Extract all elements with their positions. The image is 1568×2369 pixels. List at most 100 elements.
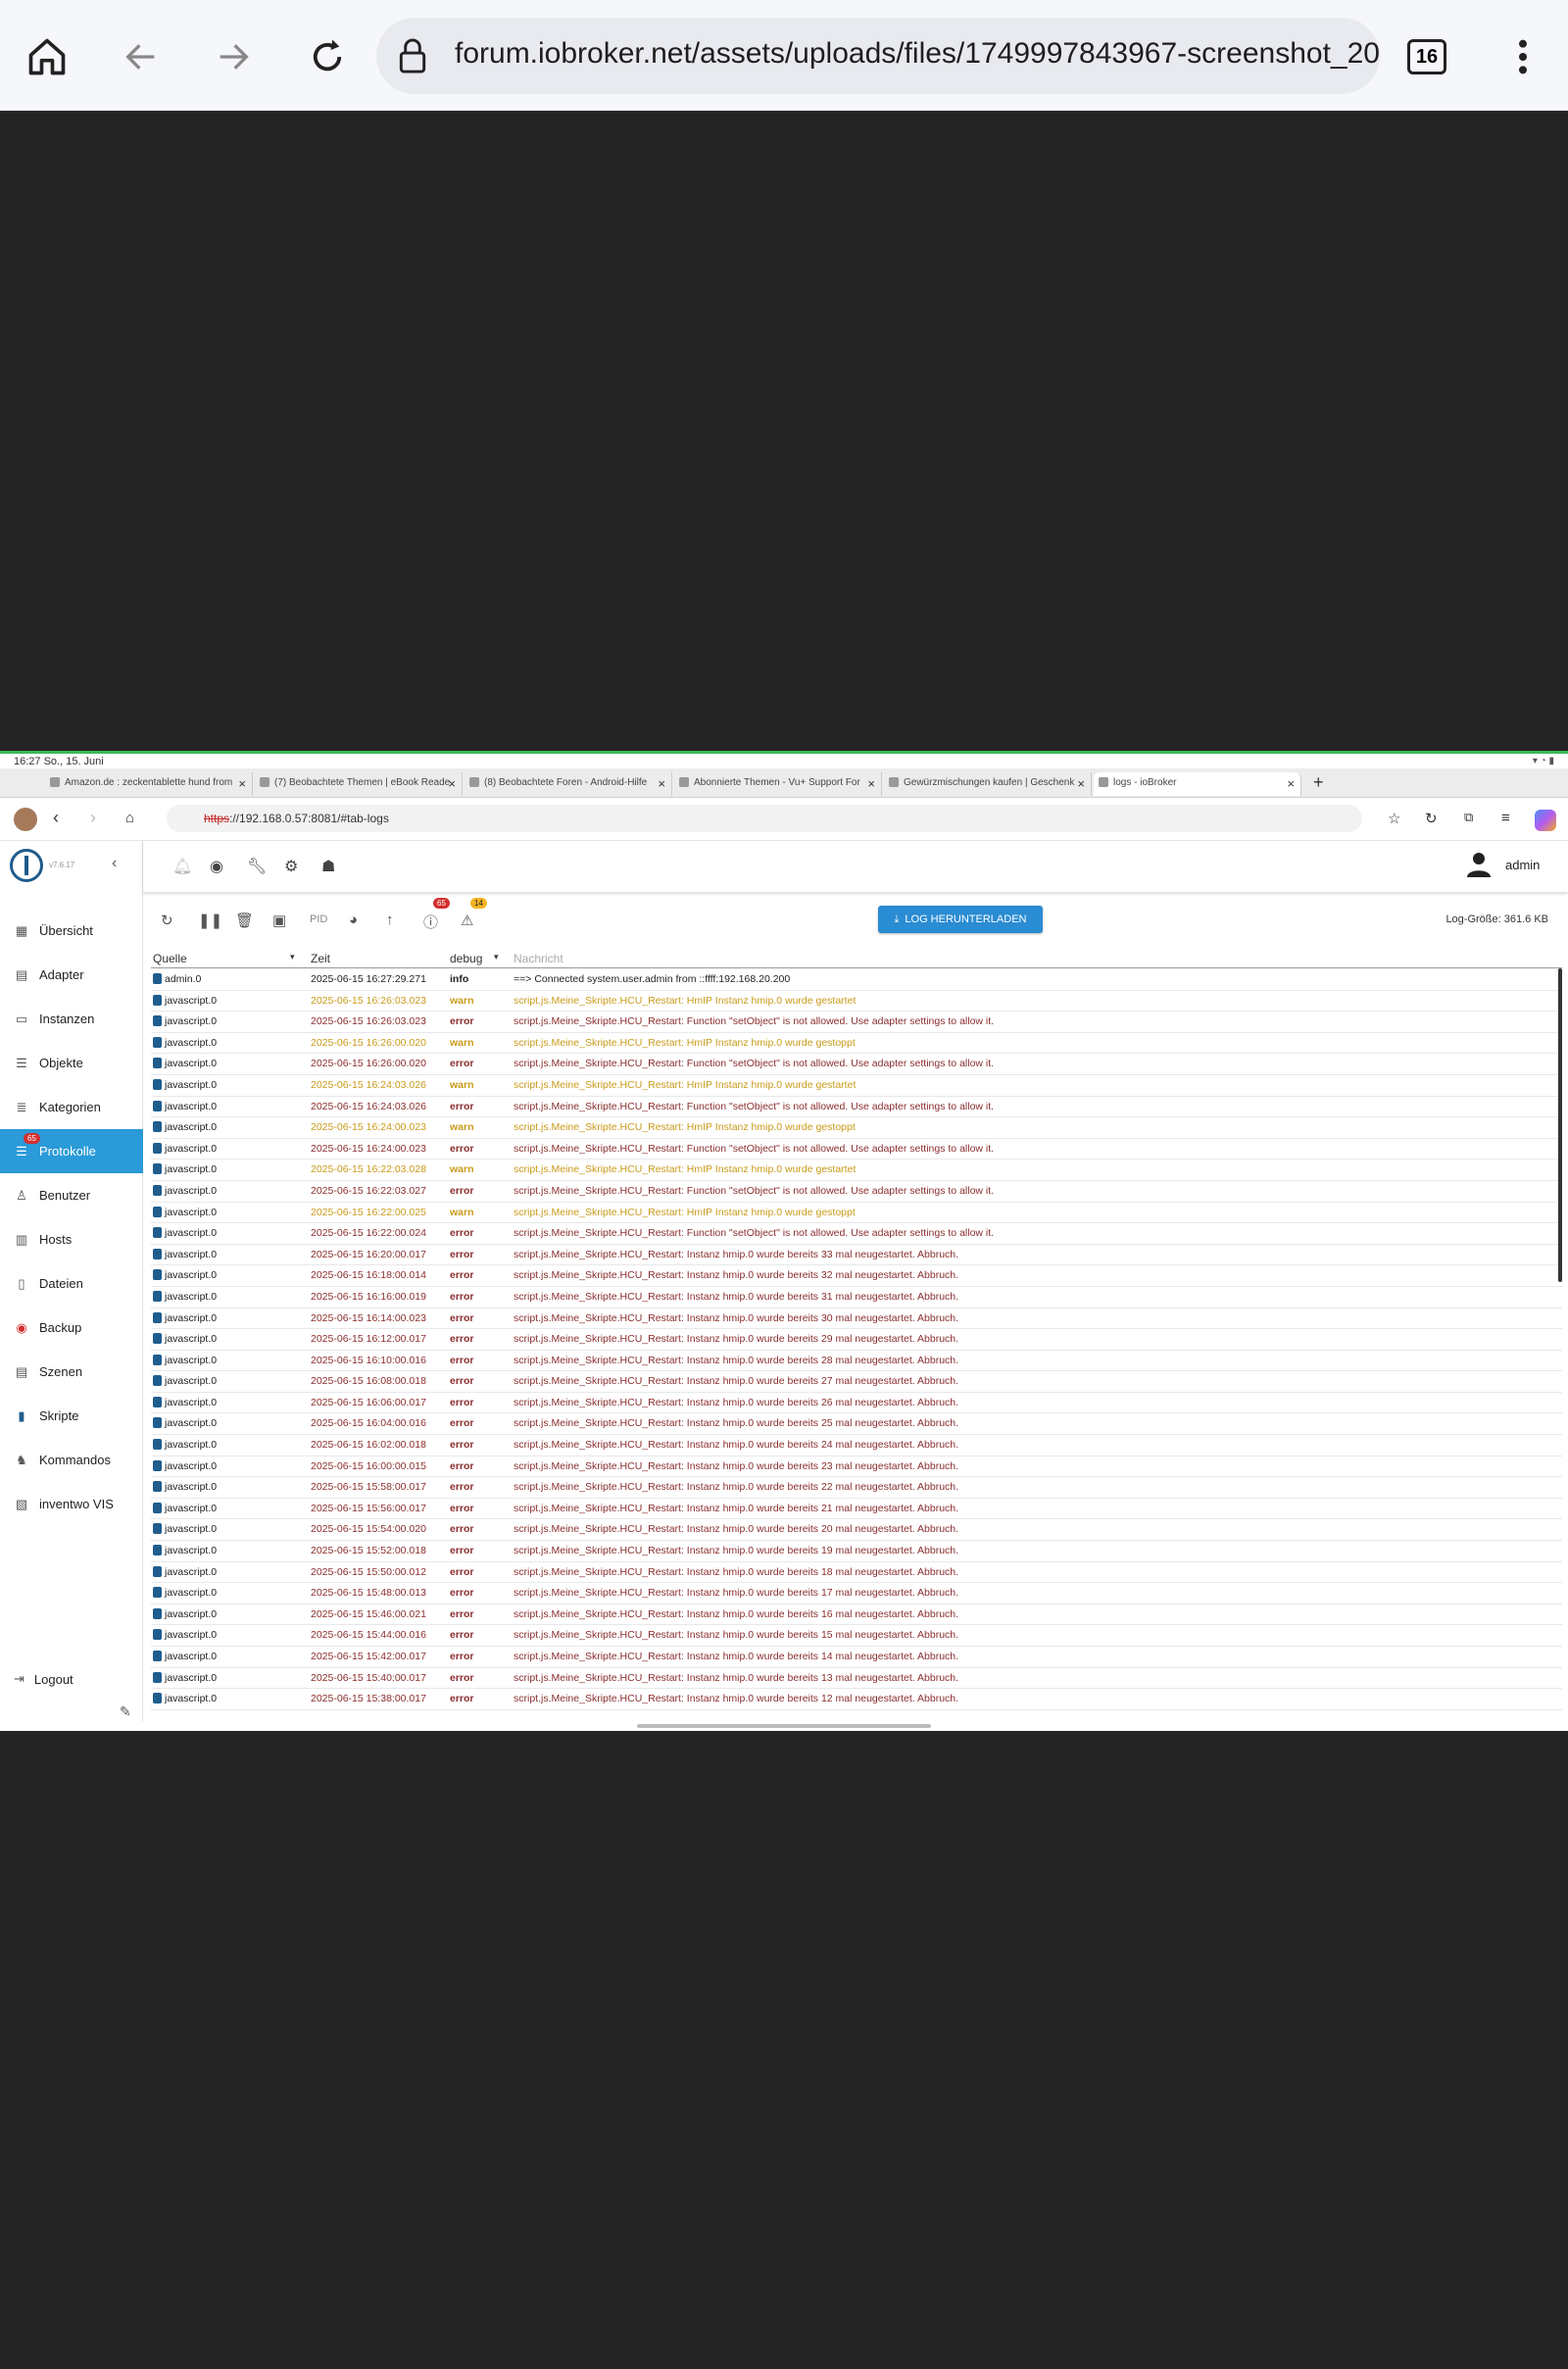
log-message: script.js.Meine_Skripte.HCU_Restart: Ins… (514, 1248, 959, 1260)
pause-icon[interactable]: ❚❚ (198, 912, 222, 929)
eye-icon[interactable]: ◉ (210, 857, 223, 876)
log-row: javascript.0 2025-06-15 16:22:03.028 warn s… (151, 1160, 1562, 1181)
browser-tab-active[interactable]: logs - ioBroker × (1094, 772, 1301, 796)
close-icon[interactable]: × (448, 776, 456, 791)
log-row: javascript.0 2025-06-15 15:38:00.017 error… (151, 1689, 1562, 1710)
sidebar-item-uebersicht[interactable]: ▦ Übersicht (0, 909, 143, 953)
browser-tab[interactable]: Gewürzmischungen kaufen | Geschenk × (884, 772, 1092, 796)
new-tab-icon[interactable]: + (1313, 772, 1324, 793)
log-level: error (450, 1502, 474, 1514)
log-level: error (450, 1015, 474, 1028)
log-source: javascript.0 (153, 1206, 217, 1218)
reload-icon[interactable] (298, 27, 357, 86)
error-filter-icon[interactable]: ⓘ (423, 912, 438, 932)
javascript-icon (153, 1481, 162, 1493)
source-filter[interactable]: Quelle (153, 952, 187, 965)
sidebar-item-szenen[interactable]: ▤ Szenen (0, 1350, 143, 1394)
log-source: javascript.0 (153, 1629, 217, 1641)
level-select[interactable]: debug (450, 952, 482, 965)
refresh-icon[interactable]: ↻ (161, 912, 173, 929)
back-arrow-icon[interactable] (112, 27, 171, 86)
log-row: javascript.0 2025-06-15 16:12:00.017 error… (151, 1329, 1562, 1351)
log-time: 2025-06-15 15:38:00.017 (311, 1693, 426, 1705)
log-level: error (450, 1671, 474, 1684)
warning-icon[interactable]: ⚠ (461, 912, 473, 929)
sidebar-item-kategorien[interactable]: ≣ Kategorien (0, 1085, 143, 1129)
sidebar-item-instanzen[interactable]: ▭ Instanzen (0, 997, 143, 1041)
address-input[interactable]: https://192.168.0.57:8081/#tab-logs (167, 805, 1362, 832)
extensions-icon[interactable]: ⧉ (1464, 810, 1473, 825)
javascript-icon (153, 1163, 162, 1175)
collapse-sidebar-icon[interactable]: ‹ (112, 855, 117, 872)
forward-arrow-icon[interactable] (204, 27, 263, 86)
avatar[interactable] (14, 808, 37, 831)
log-source: javascript.0 (153, 1036, 217, 1049)
logout-icon: ⇥ (14, 1671, 24, 1686)
home-icon[interactable]: ⌂ (125, 810, 134, 826)
message-filter-input[interactable]: Nachricht (514, 952, 564, 965)
log-time: 2025-06-15 16:24:00.023 (311, 1142, 426, 1155)
home-icon[interactable] (18, 27, 76, 86)
delete-icon[interactable]: 🗑︎ (235, 912, 254, 929)
log-row: javascript.0 2025-06-15 16:24:00.023 warn s… (151, 1117, 1562, 1139)
url-field[interactable]: forum.iobroker.net/assets/uploads/files/… (376, 18, 1380, 94)
close-icon[interactable]: × (1287, 776, 1295, 791)
sidebar-item-kommandos[interactable]: ♞ Kommandos (0, 1438, 143, 1482)
pid-toggle[interactable]: PID (310, 913, 327, 925)
log-message: script.js.Meine_Skripte.HCU_Restart: Ins… (514, 1481, 959, 1494)
log-message: script.js.Meine_Skripte.HCU_Restart: HmI… (514, 1121, 856, 1134)
favicon-icon (260, 777, 270, 787)
star-icon[interactable]: ☆ (1388, 810, 1400, 827)
sidebar-item-hosts[interactable]: ▥ Hosts (0, 1217, 143, 1261)
close-icon[interactable]: × (867, 776, 875, 791)
sidebar: v7.6.17 ‹ ▦ Übersicht ▤ Adapter ▭ Instanzen… (0, 841, 143, 1721)
download-log-button[interactable]: ⤓ LOG HERUNTERLADEN (878, 906, 1043, 933)
person-icon[interactable] (1466, 851, 1492, 878)
log-time: 2025-06-15 16:20:00.017 (311, 1248, 426, 1260)
javascript-icon (153, 1439, 162, 1451)
sidebar-item-skripte[interactable]: ▮ Skripte (0, 1394, 143, 1438)
browser-tab[interactable]: Amazon.de : zeckentablette hund from × (45, 772, 253, 796)
sidebar-item-benutzer[interactable]: ♙ Benutzer (0, 1173, 143, 1217)
browser-tab[interactable]: (7) Beobachtete Themen | eBook Reade × (255, 772, 463, 796)
browser-tab[interactable]: (8) Beobachtete Foren - Android-Hilfe × (465, 772, 672, 796)
tab-switcher-button[interactable]: 16 (1407, 39, 1446, 74)
sidebar-item-backup[interactable]: ◉ Backup (0, 1306, 143, 1350)
reload-icon[interactable]: ↻ (1425, 810, 1438, 827)
wrench-icon[interactable]: 🔧︎ (247, 857, 267, 876)
log-source: javascript.0 (153, 1248, 217, 1260)
chevron-down-icon[interactable]: ▾ (290, 952, 295, 962)
close-icon[interactable]: × (1077, 776, 1085, 791)
browser-tab[interactable]: Abonnierte Themen - Vu+ Support For × (674, 772, 882, 796)
log-time: 2025-06-15 16:18:00.014 (311, 1269, 426, 1282)
bell-icon[interactable]: 🔔︎ (172, 857, 192, 876)
copilot-icon[interactable] (1535, 810, 1556, 831)
logout-button[interactable]: ⇥ Logout (0, 1664, 143, 1694)
log-time: 2025-06-15 16:27:29.271 (311, 973, 426, 985)
gear-icon[interactable]: ⚙ (284, 857, 298, 876)
more-menu-icon[interactable] (1494, 27, 1552, 86)
palette-icon[interactable]: ◕ (349, 912, 358, 928)
expert-mode-icon[interactable]: ☗ (321, 857, 335, 876)
close-icon[interactable]: × (238, 776, 246, 791)
log-row: javascript.0 2025-06-15 16:26:03.023 error… (151, 1012, 1562, 1033)
sidebar-item-dateien[interactable]: ▯ Dateien (0, 1261, 143, 1306)
user-name[interactable]: admin (1505, 858, 1540, 872)
log-source: javascript.0 (153, 1078, 217, 1091)
log-row: javascript.0 2025-06-15 16:22:00.024 error… (151, 1223, 1562, 1245)
back-icon[interactable]: ‹ (53, 808, 59, 828)
arrow-up-icon[interactable]: ↑ (386, 912, 394, 928)
sidebar-item-objekte[interactable]: ☰ Objekte (0, 1041, 143, 1085)
sidebar-item-protokolle[interactable]: 65 ☰ Protokolle (0, 1129, 143, 1173)
menu-icon[interactable]: ≡ (1501, 810, 1510, 826)
clear-icon[interactable]: ▣ (272, 912, 286, 929)
scrollbar[interactable] (1558, 968, 1562, 1282)
sidebar-item-adapter[interactable]: ▤ Adapter (0, 953, 143, 997)
favicon-icon (50, 777, 60, 787)
chevron-down-icon[interactable]: ▾ (494, 952, 499, 962)
sidebar-item-inventwo-vis[interactable]: ▧ inventwo VIS (0, 1482, 143, 1526)
forward-icon[interactable]: › (90, 808, 96, 828)
edit-icon[interactable]: ✎ (120, 1703, 131, 1720)
close-icon[interactable]: × (658, 776, 665, 791)
favicon-icon (889, 777, 899, 787)
